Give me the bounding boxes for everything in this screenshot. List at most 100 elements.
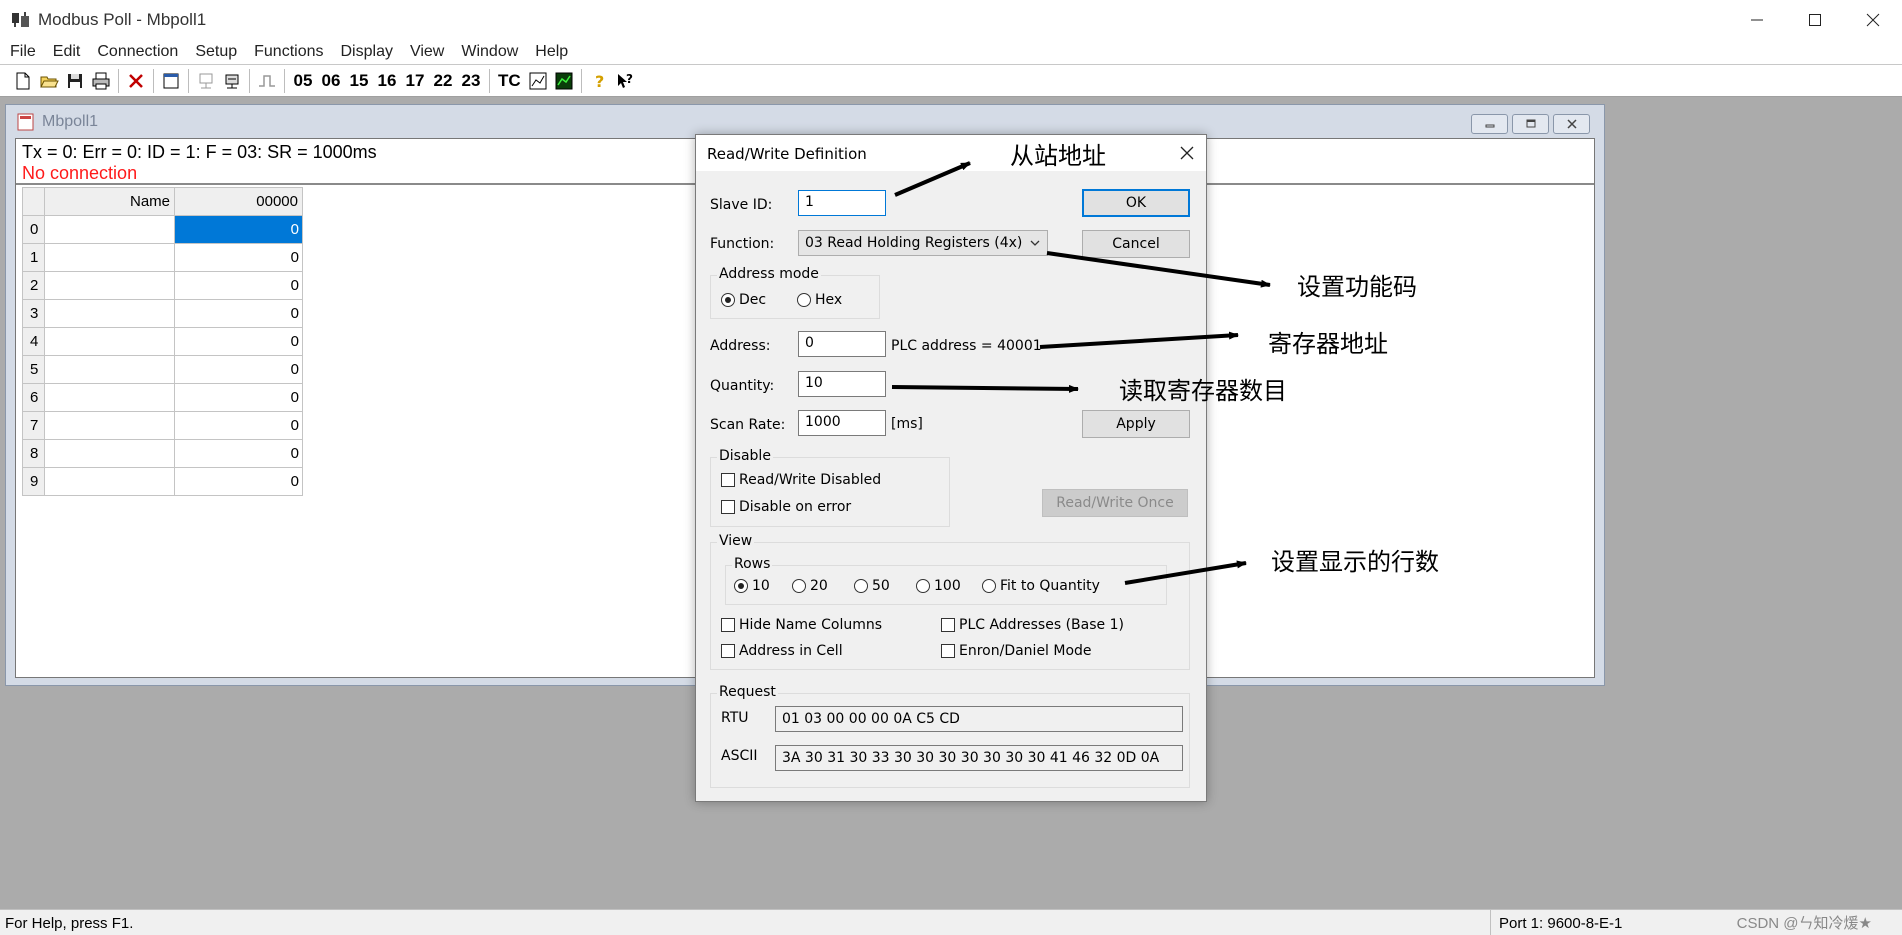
name-cell[interactable]: [44, 327, 175, 356]
row-index[interactable]: 2: [22, 271, 45, 300]
child-maximize-button[interactable]: [1512, 114, 1549, 134]
value-cell[interactable]: 0: [174, 439, 303, 468]
name-cell[interactable]: [44, 299, 175, 328]
name-cell[interactable]: [44, 439, 175, 468]
menu-edit[interactable]: Edit: [47, 43, 87, 61]
ascii-request-field[interactable]: 3A 30 31 30 33 30 30 30 30 30 30 30 41 4…: [775, 745, 1183, 771]
slave-id-input[interactable]: 1: [798, 190, 886, 216]
read-write-once-button[interactable]: Read/Write Once: [1042, 489, 1188, 517]
quantity-input[interactable]: 10: [798, 371, 886, 397]
address-mode-hex-radio[interactable]: Hex: [797, 292, 842, 308]
name-cell[interactable]: [44, 467, 175, 496]
row-index[interactable]: 4: [22, 327, 45, 356]
table-row: 7 0: [22, 411, 303, 440]
new-document-icon: [16, 72, 30, 89]
row-index[interactable]: 7: [22, 411, 45, 440]
close-icon: [1866, 13, 1880, 27]
function-17-button[interactable]: 17: [401, 68, 429, 94]
apply-button[interactable]: Apply: [1082, 410, 1190, 438]
name-cell[interactable]: [44, 383, 175, 412]
plc-addresses-checkbox[interactable]: PLC Addresses (Base 1): [941, 617, 1124, 633]
new-window-button[interactable]: [158, 68, 184, 94]
context-help-button[interactable]: ?: [612, 68, 638, 94]
menu-setup[interactable]: Setup: [189, 43, 243, 61]
close-button[interactable]: [1844, 0, 1902, 40]
scan-rate-input[interactable]: 1000: [798, 410, 886, 436]
menu-view[interactable]: View: [404, 43, 450, 61]
address-mode-dec-radio[interactable]: Dec: [721, 292, 766, 308]
value-cell[interactable]: 0: [174, 215, 303, 244]
address-input[interactable]: 0: [798, 331, 886, 357]
name-cell[interactable]: [44, 271, 175, 300]
disconnect-button[interactable]: [219, 68, 245, 94]
maximize-button[interactable]: [1786, 0, 1844, 40]
function-22-button[interactable]: 22: [429, 68, 457, 94]
ok-button[interactable]: OK: [1082, 189, 1190, 217]
child-close-button[interactable]: [1553, 114, 1590, 134]
enron-daniel-checkbox[interactable]: Enron/Daniel Mode: [941, 643, 1092, 659]
function-16-button[interactable]: 16: [373, 68, 401, 94]
value-cell[interactable]: 0: [174, 327, 303, 356]
traffic-monitor-button[interactable]: TC: [494, 68, 525, 94]
name-column-header[interactable]: Name: [44, 187, 175, 216]
cancel-button[interactable]: Cancel: [1082, 230, 1190, 258]
value-cell[interactable]: 0: [174, 355, 303, 384]
function-select[interactable]: 03 Read Holding Registers (4x): [798, 230, 1048, 256]
value-cell[interactable]: 0: [174, 243, 303, 272]
rows-fit-radio[interactable]: Fit to Quantity: [982, 578, 1100, 594]
save-button[interactable]: [62, 68, 88, 94]
grid-corner[interactable]: [22, 187, 45, 216]
single-scan-button[interactable]: [254, 68, 280, 94]
rows-100-radio[interactable]: 100: [916, 578, 961, 594]
row-index[interactable]: 3: [22, 299, 45, 328]
disconnect-icon: [225, 74, 239, 88]
disable-on-error-checkbox[interactable]: Disable on error: [721, 499, 851, 515]
child-minimize-button[interactable]: [1471, 114, 1508, 134]
connection-status: No connection: [22, 163, 138, 183]
rows-20-radio[interactable]: 20: [792, 578, 828, 594]
delete-button[interactable]: [123, 68, 149, 94]
hide-name-columns-checkbox[interactable]: Hide Name Columns: [721, 617, 882, 633]
connect-button[interactable]: [193, 68, 219, 94]
chart-button[interactable]: [525, 68, 551, 94]
rows-10-radio[interactable]: 10: [734, 578, 770, 594]
name-cell[interactable]: [44, 411, 175, 440]
minimize-button[interactable]: [1728, 0, 1786, 40]
row-index[interactable]: 6: [22, 383, 45, 412]
value-cell[interactable]: 0: [174, 411, 303, 440]
function-15-button[interactable]: 15: [345, 68, 373, 94]
function-06-button[interactable]: 06: [317, 68, 345, 94]
name-cell[interactable]: [44, 243, 175, 272]
value-cell[interactable]: 0: [174, 383, 303, 412]
help-button[interactable]: ?: [586, 68, 612, 94]
value-cell[interactable]: 0: [174, 467, 303, 496]
new-button[interactable]: [10, 68, 36, 94]
close-icon[interactable]: [1178, 144, 1196, 162]
menu-display[interactable]: Display: [335, 43, 399, 61]
name-cell[interactable]: [44, 355, 175, 384]
rtu-request-field[interactable]: 01 03 00 00 00 0A C5 CD: [775, 706, 1183, 732]
print-button[interactable]: [88, 68, 114, 94]
open-button[interactable]: [36, 68, 62, 94]
row-index[interactable]: 5: [22, 355, 45, 384]
menu-help[interactable]: Help: [529, 43, 574, 61]
rw-disabled-checkbox[interactable]: Read/Write Disabled: [721, 472, 881, 488]
menu-connection[interactable]: Connection: [91, 43, 184, 61]
address-in-cell-checkbox[interactable]: Address in Cell: [721, 643, 843, 659]
value-column-header[interactable]: 00000: [174, 187, 303, 216]
menu-functions[interactable]: Functions: [248, 43, 329, 61]
function-05-button[interactable]: 05: [289, 68, 317, 94]
row-index[interactable]: 0: [22, 215, 45, 244]
menu-window[interactable]: Window: [455, 43, 524, 61]
function-23-button[interactable]: 23: [457, 68, 485, 94]
row-index[interactable]: 8: [22, 439, 45, 468]
radio-indicator: [792, 579, 806, 593]
row-index[interactable]: 9: [22, 467, 45, 496]
rows-50-radio[interactable]: 50: [854, 578, 890, 594]
menu-file[interactable]: File: [4, 43, 42, 61]
value-cell[interactable]: 0: [174, 271, 303, 300]
value-cell[interactable]: 0: [174, 299, 303, 328]
name-cell[interactable]: [44, 215, 175, 244]
row-index[interactable]: 1: [22, 243, 45, 272]
graph-button[interactable]: [551, 68, 577, 94]
